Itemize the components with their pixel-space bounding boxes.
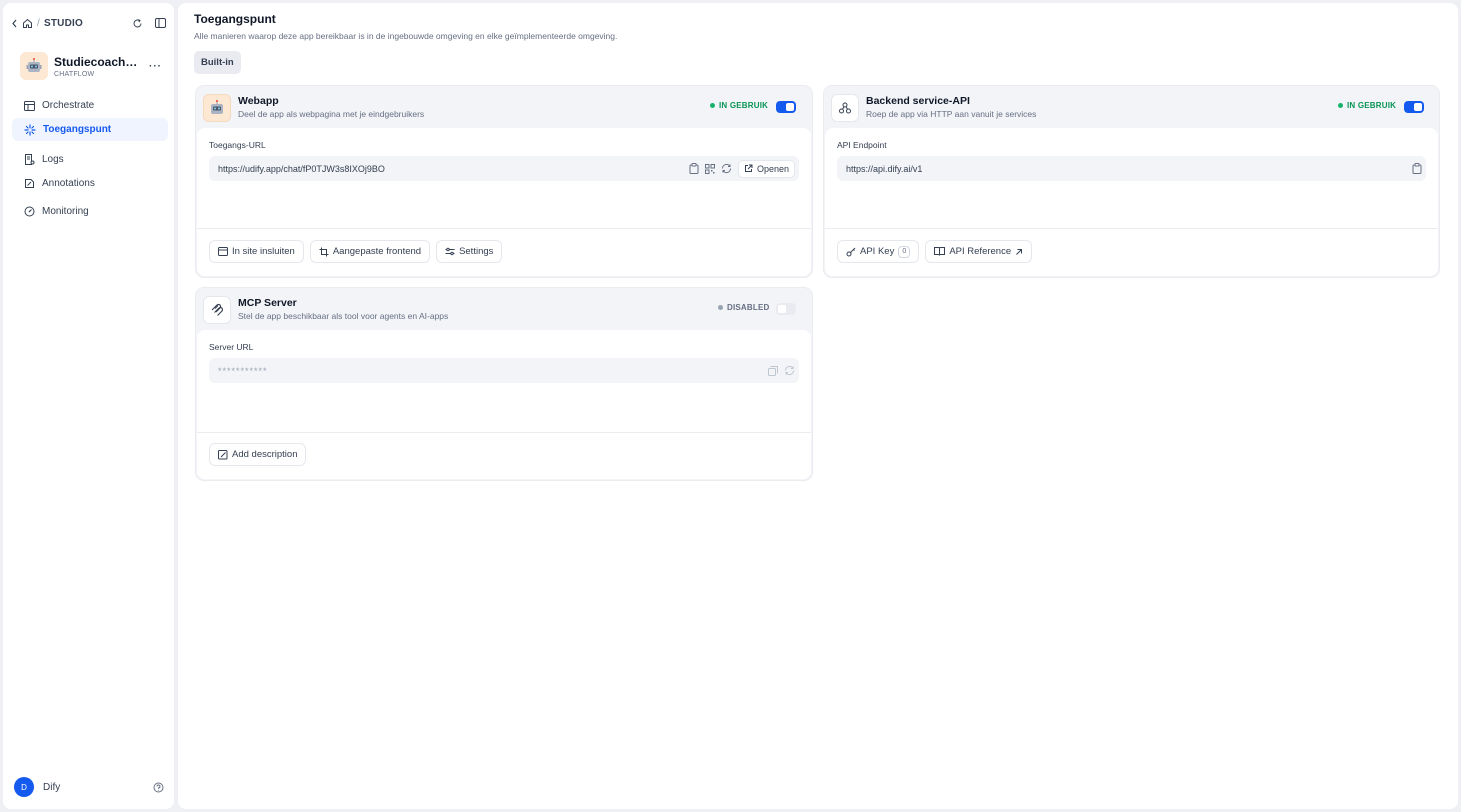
api-key-count: 0 — [898, 245, 911, 258]
webapp-toggle[interactable] — [776, 101, 796, 113]
backend-api-title: Backend service-API — [866, 95, 970, 107]
home-icon[interactable] — [22, 18, 33, 29]
edit-icon — [218, 449, 228, 460]
annotation-icon — [24, 178, 35, 189]
breadcrumb-studio[interactable]: STUDIO — [44, 18, 83, 29]
server-url: *********** — [218, 365, 268, 376]
chevron-left-icon[interactable] — [11, 19, 18, 28]
regenerate-icon[interactable] — [721, 163, 732, 174]
mcp-server-description: Stel de app beschikbaar als tool voor ag… — [238, 311, 449, 321]
page-title: Toegangspunt — [194, 12, 276, 26]
sidebar-item-label: Logs — [42, 154, 64, 165]
open-button[interactable]: Openen — [737, 159, 795, 178]
status-badge: DISABLED — [718, 303, 770, 312]
main-content: Toegangspunt Alle manieren waarop deze a… — [178, 3, 1458, 809]
mcp-server-toggle[interactable] — [776, 303, 796, 315]
sidebar-item-label: Annotations — [42, 178, 95, 189]
api-key-label: API Key — [860, 246, 895, 257]
more-icon[interactable]: ··· — [149, 61, 162, 72]
mcp-icon — [203, 296, 231, 324]
mcp-server-card: MCP Server Stel de app beschikbaar als t… — [195, 287, 813, 481]
crop-icon — [319, 247, 329, 257]
book-icon — [934, 247, 946, 256]
sidebar: / STUDIO Studiecoach bi... CHATFLOW ··· … — [3, 3, 174, 809]
key-icon — [846, 247, 856, 257]
webapp-card: Webapp Deel de app als webpagina met je … — [195, 85, 813, 278]
app-name: Studiecoach bi... — [54, 54, 140, 69]
gauge-icon — [24, 206, 35, 217]
external-link-icon — [744, 164, 753, 173]
access-url-field: https://udify.app/chat/fP0TJW3s8IXOj9BO — [209, 156, 799, 181]
backend-api-toggle[interactable] — [1404, 101, 1424, 113]
embed-in-site-button[interactable]: In site insluiten — [209, 240, 304, 263]
avatar[interactable]: D — [14, 777, 34, 797]
backend-api-description: Roep de app via HTTP aan vanuit je servi… — [866, 109, 1037, 119]
breadcrumb[interactable]: / STUDIO — [11, 18, 83, 29]
sidebar-item-label: Monitoring — [42, 206, 89, 217]
status-badge: IN GEBRUIK — [1338, 101, 1396, 110]
app-info[interactable]: Studiecoach bi... CHATFLOW ··· — [20, 51, 166, 81]
field-label: Server URL — [209, 342, 254, 352]
app-type: CHATFLOW — [54, 70, 95, 78]
sliders-icon — [445, 247, 455, 256]
webapp-title: Webapp — [238, 95, 279, 107]
api-endpoint-field: https://api.dify.ai/v1 — [837, 156, 1426, 181]
layout-icon — [24, 100, 35, 111]
regenerate-icon — [784, 365, 795, 376]
copy-icon[interactable] — [689, 163, 699, 174]
status-badge: IN GEBRUIK — [710, 101, 768, 110]
status-text: IN GEBRUIK — [1347, 101, 1397, 110]
api-icon — [831, 94, 859, 122]
copy-icon[interactable] — [1412, 163, 1422, 174]
help-icon[interactable] — [153, 782, 164, 793]
robot-icon — [20, 52, 48, 80]
qr-code-icon[interactable] — [704, 163, 715, 174]
status-text: DISABLED — [727, 303, 770, 312]
robot-icon — [203, 94, 231, 122]
access-url: https://udify.app/chat/fP0TJW3s8IXOj9BO — [218, 163, 385, 174]
sidebar-item-annotations[interactable]: Annotations — [12, 172, 168, 195]
sidebar-item-label: Orchestrate — [42, 100, 95, 111]
api-key-button[interactable]: API Key 0 — [837, 240, 920, 263]
breadcrumb-separator: / — [37, 17, 40, 29]
mcp-server-title: MCP Server — [238, 297, 297, 309]
sidebar-item-monitoring[interactable]: Monitoring — [12, 200, 168, 223]
sidebar-item-orchestrate[interactable]: Orchestrate — [12, 94, 168, 117]
open-button-label: Openen — [756, 163, 789, 174]
sidebar-item-logs[interactable]: Logs — [12, 148, 168, 171]
sidebar-nav: Orchestrate Toegangspunt Logs Annotation… — [12, 94, 168, 224]
settings-label: Settings — [459, 246, 494, 257]
api-reference-label: API Reference — [949, 246, 1012, 257]
settings-button[interactable]: Settings — [436, 240, 503, 263]
sidebar-item-toegangspunt[interactable]: Toegangspunt — [12, 118, 168, 141]
page-subtitle: Alle manieren waarop deze app bereikbaar… — [194, 31, 618, 41]
user-name: Dify — [43, 781, 61, 793]
add-description-button[interactable]: Add description — [209, 443, 307, 466]
refresh-icon[interactable] — [132, 18, 143, 29]
arrow-up-right-icon — [1015, 248, 1023, 256]
sidebar-toggle-icon[interactable] — [155, 18, 166, 28]
api-endpoint-url: https://api.dify.ai/v1 — [846, 163, 923, 174]
server-url-field: *********** — [209, 358, 799, 383]
copy-icon — [768, 365, 778, 376]
field-label: Toegangs-URL — [209, 140, 266, 150]
window-icon — [218, 247, 228, 256]
sidebar-item-label: Toegangspunt — [43, 124, 112, 135]
tab-built-in[interactable]: Built-in — [194, 51, 241, 74]
backend-api-card: Backend service-API Roep de app via HTTP… — [823, 85, 1440, 278]
embed-in-site-label: In site insluiten — [232, 246, 295, 257]
custom-frontend-button[interactable]: Aangepaste frontend — [309, 240, 431, 263]
api-reference-button[interactable]: API Reference — [925, 240, 1033, 263]
user-menu[interactable]: D Dify — [14, 777, 164, 797]
webapp-description: Deel de app als webpagina met je eindgeb… — [238, 109, 425, 119]
add-description-label: Add description — [232, 449, 298, 460]
file-list-icon — [24, 154, 35, 165]
custom-frontend-label: Aangepaste frontend — [332, 246, 422, 257]
sidebar-header: / STUDIO — [11, 15, 166, 31]
field-label: API Endpoint — [837, 140, 887, 150]
status-text: IN GEBRUIK — [719, 101, 769, 110]
sparkle-icon — [24, 123, 36, 136]
